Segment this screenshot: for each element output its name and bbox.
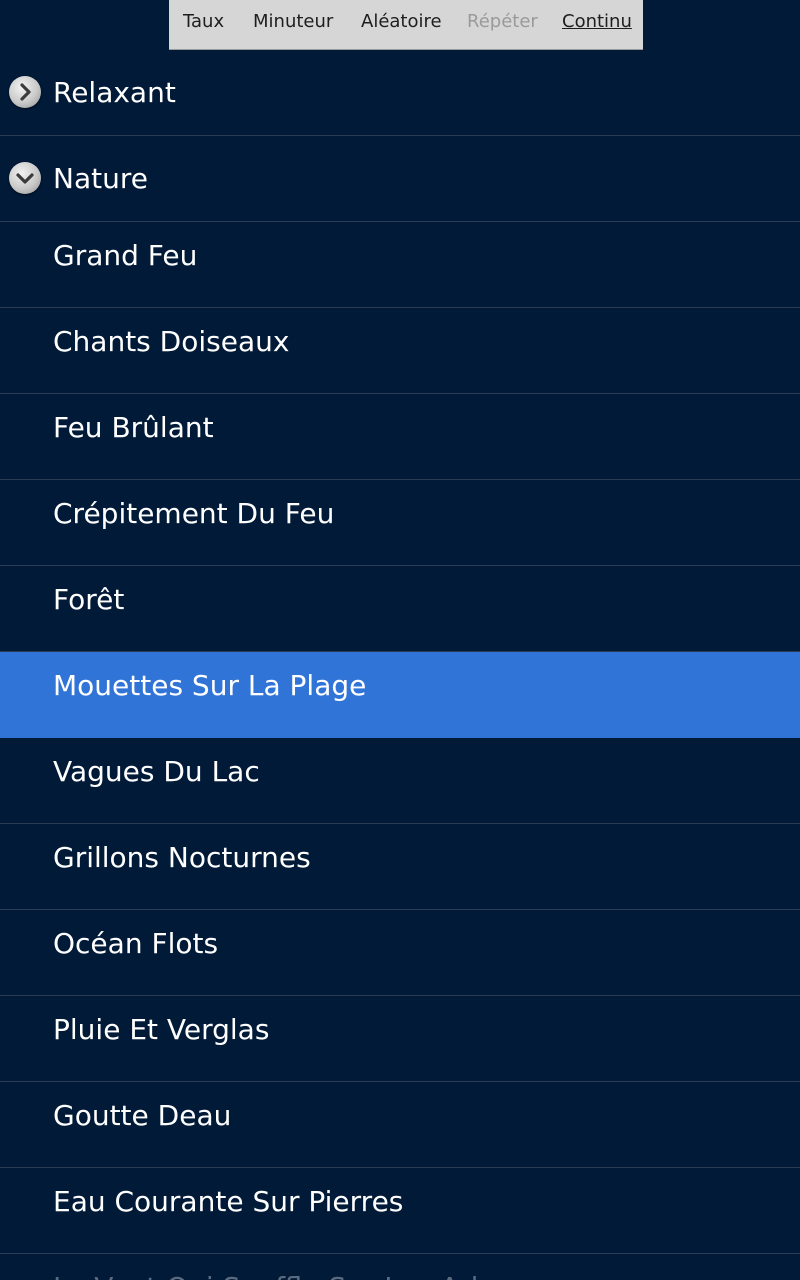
sound-label: Crépitement Du Feu <box>53 497 335 530</box>
sound-item[interactable]: Grand Feu <box>0 222 800 308</box>
sound-item[interactable]: Goutte Deau <box>0 1082 800 1168</box>
sound-item[interactable]: Océan Flots <box>0 910 800 996</box>
group-row-nature[interactable]: Nature <box>0 136 800 222</box>
group-row-relaxant[interactable]: Relaxant <box>0 50 800 136</box>
sound-label: Goutte Deau <box>53 1099 232 1132</box>
sound-label: Chants Doiseaux <box>53 325 290 358</box>
sound-item[interactable]: Feu Brûlant <box>0 394 800 480</box>
sound-item[interactable]: Pluie Et Verglas <box>0 996 800 1082</box>
sound-label: Le Vent Qui Souffle Sur Les Arbres <box>53 1270 531 1280</box>
sound-label: Eau Courante Sur Pierres <box>53 1185 404 1218</box>
sound-item[interactable]: Eau Courante Sur Pierres <box>0 1168 800 1254</box>
sound-label: Mouettes Sur La Plage <box>53 669 367 702</box>
sound-label: Feu Brûlant <box>53 411 214 444</box>
sound-label: Vagues Du Lac <box>53 755 260 788</box>
sound-item[interactable]: Vagues Du Lac <box>0 738 800 824</box>
sound-label: Océan Flots <box>53 927 219 960</box>
shuffle-button[interactable]: Aléatoire <box>361 10 442 34</box>
options-toolbar: Taux Minuteur Aléatoire Répéter Continu <box>169 0 643 50</box>
sound-list: Relaxant Nature Grand Feu Chants Doiseau… <box>0 50 800 1280</box>
sound-item[interactable]: Crépitement Du Feu <box>0 480 800 566</box>
sound-label: Forêt <box>53 583 125 616</box>
chevron-down-icon[interactable] <box>9 162 41 194</box>
group-label: Relaxant <box>53 76 176 109</box>
group-label: Nature <box>53 162 148 195</box>
sound-item[interactable]: Chants Doiseaux <box>0 308 800 394</box>
sound-label: Grand Feu <box>53 239 198 272</box>
sound-item[interactable]: Le Vent Qui Souffle Sur Les Arbres <box>0 1254 800 1280</box>
continuous-button[interactable]: Continu <box>562 10 632 34</box>
sound-item[interactable]: Grillons Nocturnes <box>0 824 800 910</box>
app-screen: Taux Minuteur Aléatoire Répéter Continu … <box>0 0 800 1280</box>
sound-label: Pluie Et Verglas <box>53 1013 270 1046</box>
timer-button[interactable]: Minuteur <box>253 10 333 34</box>
chevron-right-icon[interactable] <box>9 76 41 108</box>
sound-item[interactable]: Forêt <box>0 566 800 652</box>
sound-label: Grillons Nocturnes <box>53 841 311 874</box>
sound-item-selected[interactable]: Mouettes Sur La Plage <box>0 652 800 738</box>
rate-button[interactable]: Taux <box>183 10 224 34</box>
repeat-button[interactable]: Répéter <box>467 10 538 34</box>
